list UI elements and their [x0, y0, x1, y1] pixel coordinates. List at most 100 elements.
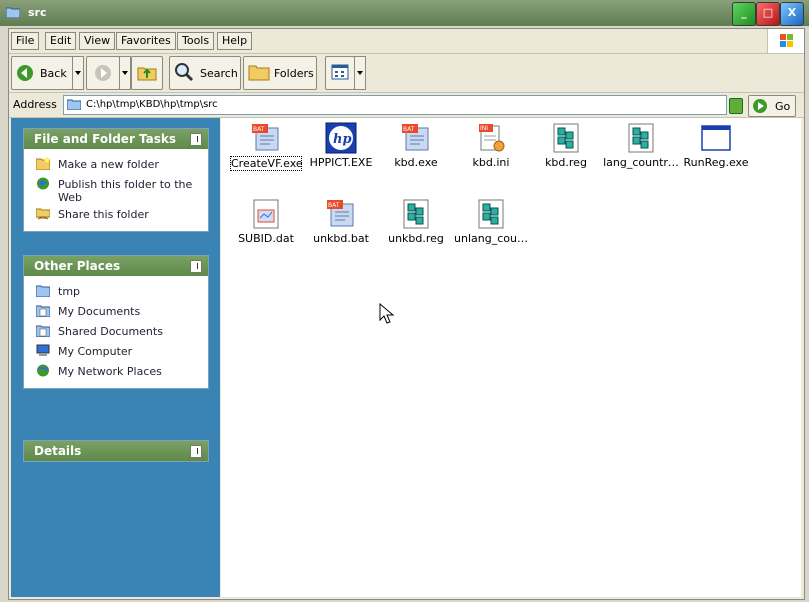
- title-bar[interactable]: src _ □ X: [0, 0, 809, 26]
- explorer-window: src _ □ X File Edit View Favorites Tools…: [0, 0, 809, 602]
- menu-view[interactable]: View: [79, 32, 116, 50]
- back-arrow-icon: [17, 65, 33, 81]
- maximize-button[interactable]: □: [756, 2, 780, 26]
- place-my-network-places[interactable]: My Network Places: [24, 362, 208, 382]
- place-my-computer[interactable]: My Computer: [24, 342, 208, 362]
- file-name: lang_countr…: [603, 156, 679, 169]
- file-name: unlang_cou…: [454, 232, 528, 245]
- address-path: C:\hp\tmp\KBD\hp\tmp\src: [86, 99, 218, 110]
- address-bar: Address C:\hp\tmp\KBD\hp\tmp\src Go: [9, 93, 804, 118]
- batch-file-icon: BAT: [327, 200, 354, 227]
- place-label: tmp: [58, 285, 81, 298]
- address-dropdown[interactable]: [729, 98, 743, 114]
- search-label: Search: [200, 67, 238, 80]
- file-item[interactable]: hp HPPICT.EXE: [301, 118, 381, 190]
- file-name: HPPICT.EXE: [309, 156, 373, 169]
- place-label: My Computer: [58, 345, 133, 358]
- place-shared-documents[interactable]: Shared Documents: [24, 322, 208, 342]
- shared-documents-icon: [36, 325, 50, 337]
- file-folder-tasks-header[interactable]: File and Folder Tasks: [24, 129, 208, 149]
- place-tmp[interactable]: tmp: [24, 282, 208, 302]
- panel-title: Other Places: [34, 259, 121, 273]
- views-dropdown[interactable]: [354, 56, 366, 90]
- share-folder-icon: [36, 208, 50, 220]
- file-list-view[interactable]: BAT CreateVF.exe hp HPPICT.EXE BAT kbd.e…: [221, 118, 801, 597]
- file-name: RunReg.exe: [683, 156, 749, 169]
- file-name: SUBID.dat: [238, 232, 294, 245]
- other-places-header[interactable]: Other Places: [24, 256, 208, 276]
- svg-text:BAT: BAT: [253, 126, 265, 133]
- collapse-icon[interactable]: [190, 133, 202, 146]
- menu-favorites[interactable]: Favorites: [116, 32, 176, 50]
- file-item[interactable]: unlang_cou…: [451, 194, 531, 266]
- details-header[interactable]: Details: [24, 441, 208, 461]
- panel-title: File and Folder Tasks: [34, 132, 177, 146]
- task-make-new-folder[interactable]: Make a new folder: [24, 155, 208, 175]
- folders-button[interactable]: Folders: [243, 56, 317, 90]
- details-panel: Details: [23, 440, 209, 462]
- collapse-icon[interactable]: [190, 445, 202, 458]
- close-button[interactable]: X: [780, 2, 804, 26]
- mouse-cursor-icon: [379, 303, 395, 324]
- address-label: Address: [13, 98, 57, 111]
- views-button[interactable]: [325, 56, 355, 90]
- registry-file-icon: [403, 199, 429, 229]
- task-share-folder[interactable]: Share this folder: [24, 205, 208, 225]
- go-label: Go: [775, 100, 791, 113]
- back-label: Back: [40, 67, 67, 80]
- go-button[interactable]: Go: [748, 95, 796, 117]
- file-item[interactable]: BAT unkbd.bat: [301, 194, 381, 266]
- registry-file-icon: [628, 123, 654, 153]
- file-item[interactable]: unkbd.reg: [376, 194, 456, 266]
- file-name: unkbd.bat: [313, 232, 369, 245]
- file-item[interactable]: BAT kbd.exe: [376, 118, 456, 190]
- menu-bar: File Edit View Favorites Tools Help: [9, 29, 804, 54]
- file-item[interactable]: RunReg.exe: [676, 118, 756, 190]
- address-field[interactable]: C:\hp\tmp\KBD\hp\tmp\src: [63, 95, 727, 115]
- folders-icon: [248, 65, 270, 81]
- folders-label: Folders: [274, 67, 314, 80]
- minimize-button[interactable]: _: [732, 2, 756, 26]
- file-name: CreateVF.exe: [230, 156, 303, 171]
- my-documents-icon: [36, 305, 50, 317]
- my-computer-icon: [36, 344, 50, 356]
- task-publish-web[interactable]: Publish this folder to the Web: [24, 175, 208, 205]
- menu-file[interactable]: File: [11, 32, 40, 50]
- file-item[interactable]: kbd.reg: [526, 118, 606, 190]
- back-history-dropdown[interactable]: [72, 56, 84, 90]
- menu-help[interactable]: Help: [217, 32, 253, 50]
- folder-icon: [67, 99, 81, 110]
- network-places-icon: [37, 364, 49, 377]
- file-item[interactable]: lang_countr…: [601, 118, 681, 190]
- collapse-icon[interactable]: [190, 260, 202, 273]
- place-my-documents[interactable]: My Documents: [24, 302, 208, 322]
- registry-file-icon: [553, 123, 579, 153]
- up-folder-button[interactable]: [131, 56, 163, 90]
- views-icon: [331, 64, 349, 80]
- file-name: kbd.exe: [394, 156, 438, 169]
- explorer-frame: File Edit View Favorites Tools Help Back…: [8, 28, 805, 600]
- menu-edit[interactable]: Edit: [45, 32, 77, 50]
- file-name: kbd.ini: [472, 156, 510, 169]
- forward-button[interactable]: [86, 56, 120, 90]
- task-label: Share this folder: [58, 208, 149, 221]
- batch-file-icon: BAT: [402, 124, 429, 151]
- file-item[interactable]: INI kbd.ini: [451, 118, 531, 190]
- back-button[interactable]: Back: [11, 56, 73, 90]
- folder-icon: [36, 285, 50, 297]
- go-arrow-icon: [753, 99, 767, 113]
- file-item[interactable]: SUBID.dat: [226, 194, 306, 266]
- forward-history-dropdown[interactable]: [119, 56, 131, 90]
- file-item[interactable]: BAT CreateVF.exe: [226, 118, 306, 190]
- svg-text:hp: hp: [333, 132, 352, 147]
- menu-tools[interactable]: Tools: [177, 32, 215, 50]
- place-label: My Documents: [58, 305, 141, 318]
- svg-text:BAT: BAT: [403, 126, 415, 133]
- search-button[interactable]: Search: [169, 56, 241, 90]
- publish-web-icon: [36, 177, 50, 190]
- task-label: Make a new folder: [58, 158, 159, 171]
- forward-arrow-icon: [95, 65, 111, 81]
- task-label: Publish this folder to the Web: [58, 178, 193, 204]
- folder-icon: [6, 7, 20, 18]
- search-icon: [175, 63, 194, 82]
